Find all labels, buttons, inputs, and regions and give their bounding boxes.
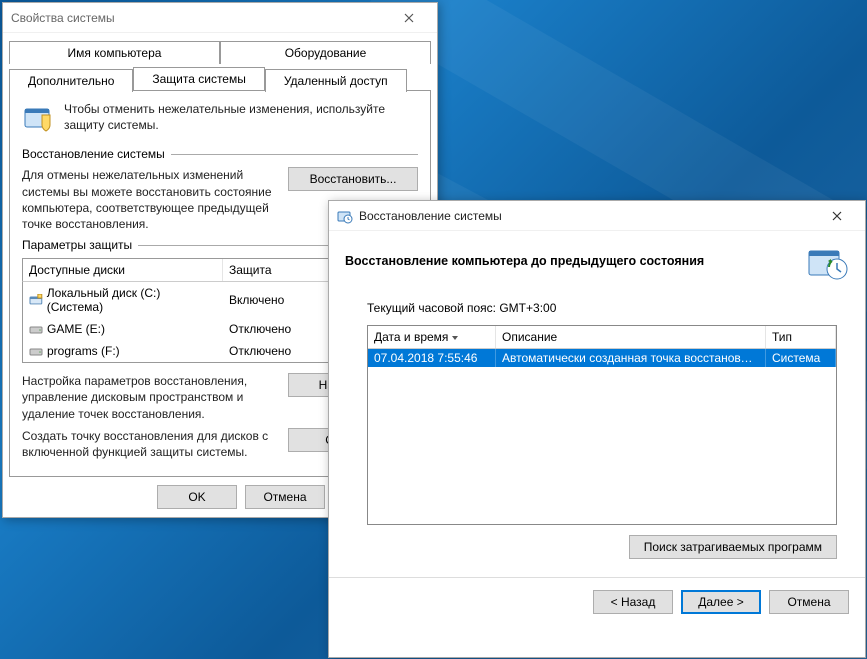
next-button[interactable]: Далее >	[681, 590, 761, 614]
tabs-row-top: Имя компьютера Оборудование	[3, 33, 437, 62]
restore-app-icon	[337, 208, 353, 224]
back-button[interactable]: < Назад	[593, 590, 673, 614]
drive-name: GAME (E:)	[47, 322, 105, 336]
window-title: Восстановление системы	[359, 209, 817, 223]
titlebar[interactable]: Восстановление системы	[329, 201, 865, 231]
cell-date: 07.04.2018 7:55:46	[368, 349, 496, 367]
tab-hardware[interactable]: Оборудование	[220, 41, 431, 64]
group-params-label: Параметры защиты	[22, 238, 132, 252]
restore-button[interactable]: Восстановить...	[288, 167, 418, 191]
close-button[interactable]	[817, 204, 857, 228]
restore-points-table: Дата и время Описание Тип 07.04.2018 7:5…	[367, 325, 837, 525]
create-desc: Создать точку восстановления для дисков …	[22, 428, 276, 460]
cancel-button[interactable]: Отмена	[245, 485, 325, 509]
titlebar[interactable]: Свойства системы	[3, 3, 437, 33]
wizard-footer: < Назад Далее > Отмена	[329, 578, 865, 626]
drive-name: programs (F:)	[47, 344, 120, 358]
tab-computer-name[interactable]: Имя компьютера	[9, 41, 220, 64]
scan-programs-button[interactable]: Поиск затрагиваемых программ	[629, 535, 837, 559]
restore-desc: Для отмены нежелательных изменений систе…	[22, 167, 276, 232]
table-row[interactable]: 07.04.2018 7:55:46Автоматически созданна…	[368, 349, 836, 367]
ok-button[interactable]: OK	[157, 485, 237, 509]
tab-system-protection[interactable]: Защита системы	[133, 67, 264, 90]
timezone-label: Текущий часовой пояс: GMT+3:00	[367, 301, 837, 315]
tabs-row-bottom: Дополнительно Защита системы Удаленный д…	[3, 61, 437, 90]
restore-big-icon	[807, 241, 849, 281]
th-desc[interactable]: Описание	[496, 326, 766, 348]
cancel-button[interactable]: Отмена	[769, 590, 849, 614]
system-restore-window: Восстановление системы Восстановление ко…	[328, 200, 866, 658]
wizard-heading: Восстановление компьютера до предыдущего…	[345, 254, 795, 268]
drive-name: Локальный диск (C:) (Система)	[47, 286, 217, 314]
shield-icon	[22, 101, 54, 133]
tab-advanced[interactable]: Дополнительно	[9, 69, 133, 92]
group-restore-label: Восстановление системы	[22, 147, 165, 161]
th-type[interactable]: Тип	[766, 326, 836, 348]
info-text: Чтобы отменить нежелательные изменения, …	[64, 101, 418, 133]
cell-type: Система	[766, 349, 836, 367]
close-button[interactable]	[389, 6, 429, 30]
window-title: Свойства системы	[11, 11, 389, 25]
drive-icon	[29, 294, 43, 306]
drive-icon	[29, 323, 43, 335]
th-date[interactable]: Дата и время	[368, 326, 496, 348]
drive-icon	[29, 345, 43, 357]
tab-remote[interactable]: Удаленный доступ	[265, 69, 407, 92]
close-icon	[832, 211, 842, 221]
close-icon	[404, 13, 414, 23]
configure-desc: Настройка параметров восстановления, упр…	[22, 373, 276, 422]
th-drive[interactable]: Доступные диски	[23, 259, 223, 281]
cell-desc: Автоматически созданная точка восстановл…	[496, 349, 766, 367]
